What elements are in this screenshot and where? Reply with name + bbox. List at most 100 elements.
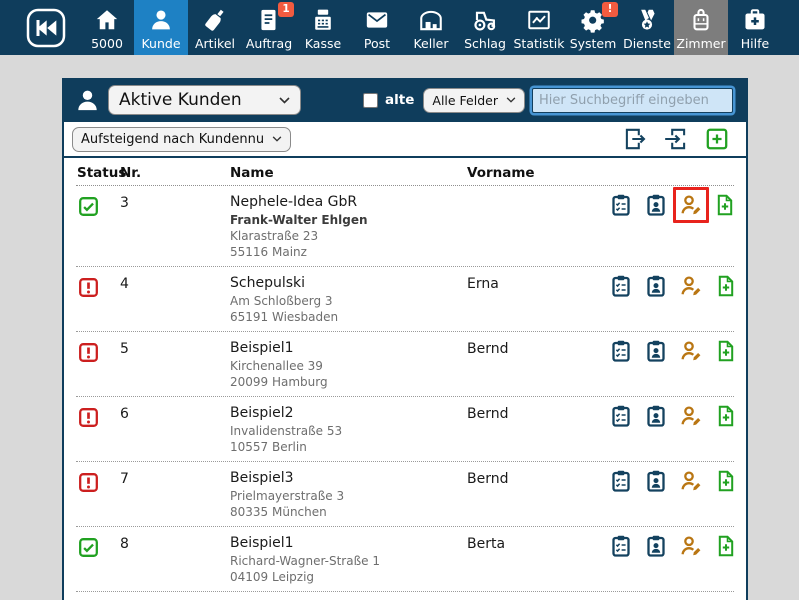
alte-checkbox[interactable]	[363, 93, 378, 108]
sort-select-value: Aufsteigend nach Kundennu	[81, 132, 264, 147]
import-icon[interactable]	[663, 126, 689, 152]
customer-city: 20099 Hamburg	[230, 374, 467, 390]
file-plus-icon[interactable]	[714, 534, 738, 558]
status-ok-icon	[76, 534, 120, 558]
chevron-down-icon	[272, 136, 282, 142]
clipboard-list-icon[interactable]	[609, 339, 633, 363]
customer-name: Beispiel3	[230, 469, 467, 488]
customer-vorname: Erna	[467, 274, 609, 292]
customer-name: Beispiel2	[230, 404, 467, 423]
list-toolbar: Aufsteigend nach Kundennu	[64, 122, 746, 158]
customer-name: Nephele-Idea GbR	[230, 193, 467, 212]
col-header-nr: Nr.	[120, 165, 230, 181]
customer-nr: 3	[120, 193, 230, 211]
person-edit-icon[interactable]	[679, 339, 703, 363]
nav-item-system[interactable]: ! System	[566, 0, 620, 55]
view-select-value: Aktive Kunden	[119, 90, 242, 110]
gear-icon: !	[580, 6, 606, 34]
nav-item-keller[interactable]: Keller	[404, 0, 458, 55]
customer-vorname: Bernd	[467, 404, 609, 422]
table-row[interactable]: 3 Nephele-Idea GbR Frank-Walter Ehlgen K…	[76, 186, 734, 267]
file-plus-icon[interactable]	[714, 404, 738, 428]
customer-nr: 5	[120, 339, 230, 357]
clipboard-person-icon[interactable]	[644, 274, 668, 298]
clipboard-list-icon[interactable]	[609, 404, 633, 428]
nav-item-dienste[interactable]: Dienste	[620, 0, 674, 55]
status-warn-icon	[76, 469, 120, 493]
nav-item-schlag[interactable]: Schlag	[458, 0, 512, 55]
clipboard-list-icon[interactable]	[609, 274, 633, 298]
field-select[interactable]: Alle Felder	[423, 88, 525, 113]
clipboard-list-icon[interactable]	[609, 469, 633, 493]
kk-logo[interactable]	[26, 8, 66, 48]
file-plus-icon[interactable]	[714, 274, 738, 298]
nav-item-hilfe[interactable]: Hilfe	[728, 0, 782, 55]
table-header-row: Status Nr. Name Vorname	[76, 158, 734, 186]
clipboard-list-icon[interactable]	[609, 534, 633, 558]
person-edit-icon[interactable]	[679, 193, 703, 217]
nav-item-kunde[interactable]: Kunde	[134, 0, 188, 55]
person-edit-icon[interactable]	[679, 469, 703, 493]
nav-item-artikel[interactable]: Artikel	[188, 0, 242, 55]
customer-street: Kirchenallee 39	[230, 358, 467, 374]
clipboard-person-icon[interactable]	[644, 404, 668, 428]
person-edit-icon[interactable]	[679, 534, 703, 558]
nav-label: Dienste	[623, 36, 671, 51]
nav-label: Kunde	[141, 36, 180, 51]
search-input[interactable]	[532, 88, 733, 113]
table-row[interactable]: 4 Schepulski Am Schloßberg 3 65191 Wiesb…	[76, 267, 734, 332]
table-row[interactable]: 5 Beispiel1 Kirchenallee 39 20099 Hambur…	[76, 332, 734, 397]
customer-contact: Frank-Walter Ehlgen	[230, 212, 467, 228]
person-edit-icon[interactable]	[679, 274, 703, 298]
table-row[interactable]: 9 Beispiel2 Fernroder Straße 2 30161 Han…	[76, 592, 734, 600]
sort-select[interactable]: Aufsteigend nach Kundennu	[72, 127, 291, 152]
nav-item-5000[interactable]: 5000	[80, 0, 134, 55]
nav-item-kasse[interactable]: Kasse	[296, 0, 350, 55]
order-document-icon: 1	[256, 6, 282, 34]
nav-item-zimmer[interactable]: Zimmer	[674, 0, 728, 55]
clipboard-list-icon[interactable]	[609, 193, 633, 217]
clipboard-person-icon[interactable]	[644, 534, 668, 558]
customer-vorname: Bernd	[467, 469, 609, 487]
nav-label: Schlag	[464, 36, 506, 51]
person-icon	[148, 6, 174, 34]
export-icon[interactable]	[622, 126, 648, 152]
clipboard-person-icon[interactable]	[644, 193, 668, 217]
field-select-value: Alle Felder	[432, 93, 498, 108]
col-header-vorname: Vorname	[467, 165, 609, 181]
file-plus-icon[interactable]	[714, 339, 738, 363]
suitcase-icon	[688, 6, 714, 34]
nav-item-post[interactable]: Post	[350, 0, 404, 55]
nav-item-auftrag[interactable]: 1 Auftrag	[242, 0, 296, 55]
bottle-icon	[202, 6, 228, 34]
file-plus-icon[interactable]	[714, 469, 738, 493]
view-select[interactable]: Aktive Kunden	[108, 85, 301, 115]
nav-item-statistik[interactable]: Statistik	[512, 0, 566, 55]
col-header-status: Status	[77, 165, 120, 181]
customer-nr: 8	[120, 534, 230, 552]
customer-city: 10557 Berlin	[230, 439, 467, 455]
nav-label: Artikel	[195, 36, 235, 51]
nav-label: System	[570, 36, 617, 51]
top-navbar: 5000 Kunde Artikel 1 Auftrag	[0, 0, 799, 55]
person-edit-icon[interactable]	[679, 404, 703, 428]
customer-person-icon	[74, 87, 101, 114]
table-row[interactable]: 8 Beispiel1 Richard-Wagner-Straße 1 0410…	[76, 527, 734, 592]
warehouse-icon	[418, 6, 444, 34]
customer-vorname: Berta	[467, 534, 609, 552]
nav-label: Hilfe	[741, 36, 769, 51]
table-row[interactable]: 7 Beispiel3 Prielmayerstraße 3 80335 Mün…	[76, 462, 734, 527]
customer-street: Klarastraße 23	[230, 228, 467, 244]
table-row[interactable]: 6 Beispiel2 Invalidenstraße 53 10557 Ber…	[76, 397, 734, 462]
customer-list-panel: Aktive Kunden alte Alle Felder Aufsteige…	[62, 78, 748, 600]
customer-street: Invalidenstraße 53	[230, 423, 467, 439]
clipboard-person-icon[interactable]	[644, 469, 668, 493]
customer-name: Beispiel1	[230, 339, 467, 358]
clipboard-person-icon[interactable]	[644, 339, 668, 363]
add-icon[interactable]	[704, 126, 730, 152]
customer-city: 80335 München	[230, 504, 467, 520]
filter-bar: Aktive Kunden alte Alle Felder	[64, 78, 746, 122]
file-plus-icon[interactable]	[713, 193, 737, 217]
nav-label: Kasse	[305, 36, 341, 51]
customer-nr: 7	[120, 469, 230, 487]
